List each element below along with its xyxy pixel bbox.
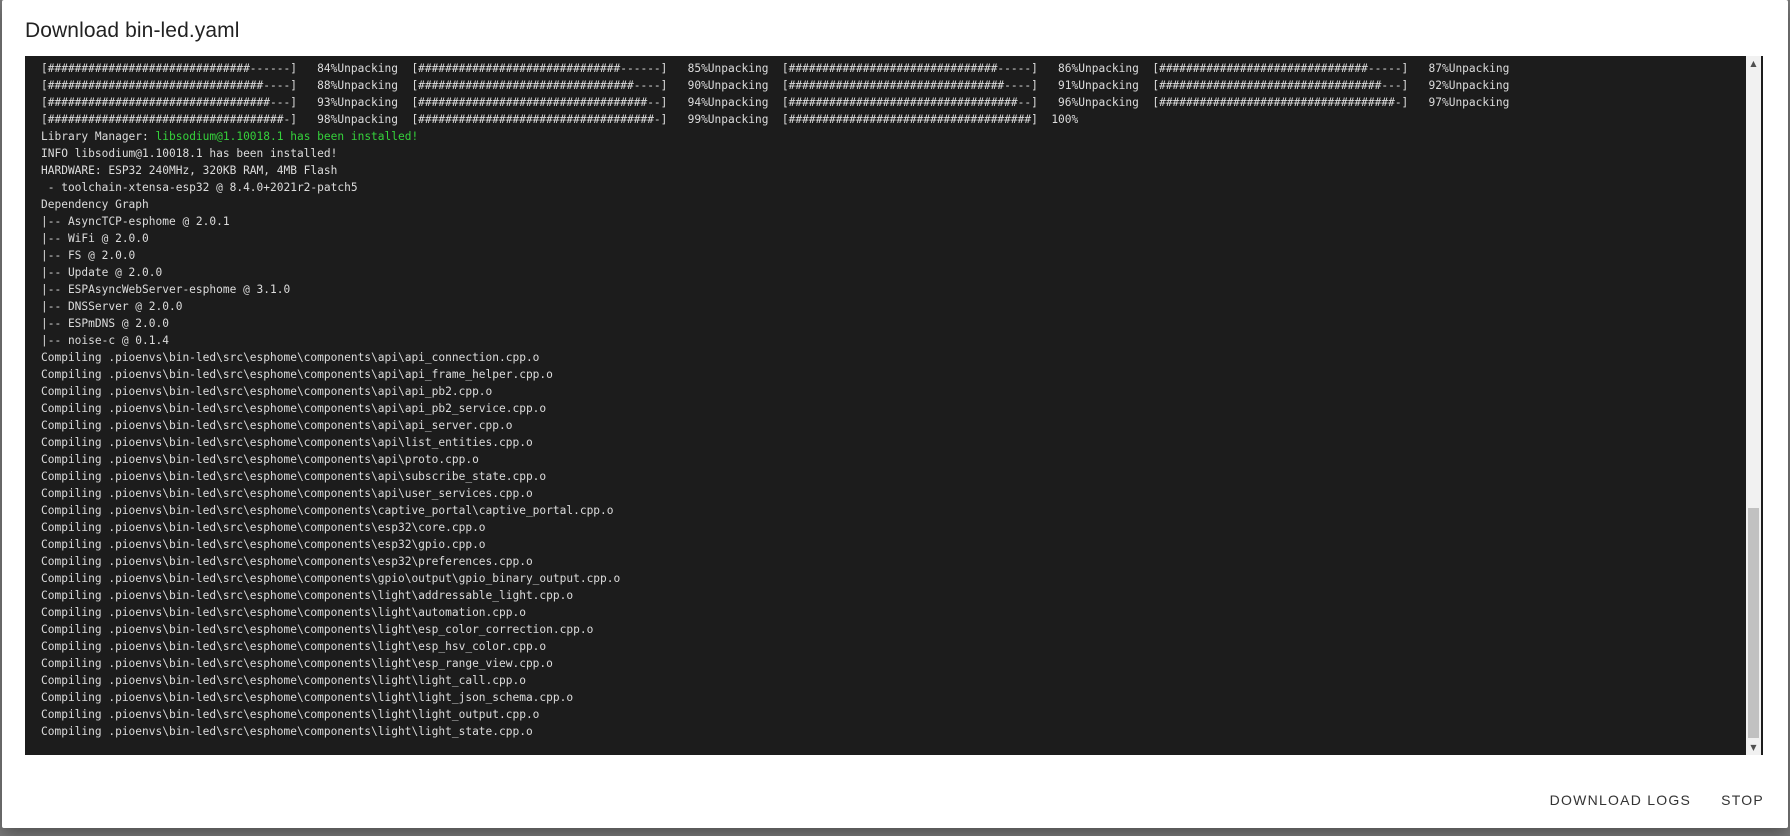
log-line: Library Manager: libsodium@1.10018.1 has… bbox=[41, 128, 1733, 145]
log-line: Compiling .pioenvs\bin-led\src\esphome\c… bbox=[41, 672, 1733, 689]
log-line: Compiling .pioenvs\bin-led\src\esphome\c… bbox=[41, 621, 1733, 638]
log-line: Dependency Graph bbox=[41, 196, 1733, 213]
log-line: |-- Update @ 2.0.0 bbox=[41, 264, 1733, 281]
log-line-text: Compiling .pioenvs\bin-led\src\esphome\c… bbox=[41, 538, 486, 551]
log-line: |-- ESPAsyncWebServer-esphome @ 3.1.0 bbox=[41, 281, 1733, 298]
log-line-text: Compiling .pioenvs\bin-led\src\esphome\c… bbox=[41, 436, 533, 449]
log-line-text: Compiling .pioenvs\bin-led\src\esphome\c… bbox=[41, 640, 547, 653]
log-line-text: |-- ESPAsyncWebServer-esphome @ 3.1.0 bbox=[41, 283, 291, 296]
log-line-text: Compiling .pioenvs\bin-led\src\esphome\c… bbox=[41, 402, 547, 415]
log-line: Compiling .pioenvs\bin-led\src\esphome\c… bbox=[41, 706, 1733, 723]
log-output: [##############################------] 8… bbox=[41, 60, 1733, 755]
log-line: [################################----] 8… bbox=[41, 77, 1733, 94]
log-highlight-text: libsodium@1.10018.1 has been installed! bbox=[155, 130, 419, 143]
scroll-down-icon[interactable]: ▼ bbox=[1746, 740, 1761, 755]
log-line-text: Compiling .pioenvs\bin-led\src\esphome\c… bbox=[41, 708, 540, 721]
log-line-text: |-- AsyncTCP-esphome @ 2.0.1 bbox=[41, 215, 230, 228]
log-line-text: [##############################------] 8… bbox=[41, 62, 1510, 75]
log-line: Compiling .pioenvs\bin-led\src\esphome\c… bbox=[41, 570, 1733, 587]
log-line-text: [###################################-] 9… bbox=[41, 113, 1079, 126]
log-line-text: |-- FS @ 2.0.0 bbox=[41, 249, 136, 262]
log-line: |-- DNSServer @ 2.0.0 bbox=[41, 298, 1733, 315]
log-line-text: - toolchain-xtensa-esp32 @ 8.4.0+2021r2-… bbox=[41, 181, 358, 194]
log-line: |-- WiFi @ 2.0.0 bbox=[41, 230, 1733, 247]
log-line-text: [#################################---] 9… bbox=[41, 96, 1510, 109]
log-line: Compiling .pioenvs\bin-led\src\esphome\c… bbox=[41, 536, 1733, 553]
log-line: |-- noise-c @ 0.1.4 bbox=[41, 332, 1733, 349]
log-line: |-- AsyncTCP-esphome @ 2.0.1 bbox=[41, 213, 1733, 230]
log-line: [##############################------] 8… bbox=[41, 60, 1733, 77]
log-line-text: Compiling .pioenvs\bin-led\src\esphome\c… bbox=[41, 674, 526, 687]
log-line-text: Compiling .pioenvs\bin-led\src\esphome\c… bbox=[41, 725, 533, 738]
log-line-text: Compiling .pioenvs\bin-led\src\esphome\c… bbox=[41, 470, 547, 483]
log-line: Compiling .pioenvs\bin-led\src\esphome\c… bbox=[41, 451, 1733, 468]
log-line-text: Compiling .pioenvs\bin-led\src\esphome\c… bbox=[41, 555, 533, 568]
log-line: Compiling .pioenvs\bin-led\src\esphome\c… bbox=[41, 366, 1733, 383]
log-line-text: Compiling .pioenvs\bin-led\src\esphome\c… bbox=[41, 657, 553, 670]
log-line-text: Compiling .pioenvs\bin-led\src\esphome\c… bbox=[41, 623, 594, 636]
log-line-text: Compiling .pioenvs\bin-led\src\esphome\c… bbox=[41, 572, 621, 585]
log-scrollbar[interactable]: ▲ ▼ bbox=[1746, 56, 1761, 755]
log-line-text: |-- DNSServer @ 2.0.0 bbox=[41, 300, 183, 313]
log-line-text: Compiling .pioenvs\bin-led\src\esphome\c… bbox=[41, 691, 574, 704]
log-line: Compiling .pioenvs\bin-led\src\esphome\c… bbox=[41, 587, 1733, 604]
log-line-text: |-- noise-c @ 0.1.4 bbox=[41, 334, 169, 347]
log-line: Compiling .pioenvs\bin-led\src\esphome\c… bbox=[41, 723, 1733, 740]
log-line: Compiling .pioenvs\bin-led\src\esphome\c… bbox=[41, 468, 1733, 485]
log-line-text: [################################----] 8… bbox=[41, 79, 1510, 92]
log-line: Compiling .pioenvs\bin-led\src\esphome\c… bbox=[41, 553, 1733, 570]
log-line-text: Compiling .pioenvs\bin-led\src\esphome\c… bbox=[41, 521, 486, 534]
log-line: Compiling .pioenvs\bin-led\src\esphome\c… bbox=[41, 655, 1733, 672]
log-line: Compiling .pioenvs\bin-led\src\esphome\c… bbox=[41, 417, 1733, 434]
log-line: [###################################-] 9… bbox=[41, 111, 1733, 128]
log-line: Compiling .pioenvs\bin-led\src\esphome\c… bbox=[41, 485, 1733, 502]
log-line-text: INFO libsodium@1.10018.1 has been instal… bbox=[41, 147, 338, 160]
log-line: Compiling .pioenvs\bin-led\src\esphome\c… bbox=[41, 519, 1733, 536]
download-logs-button[interactable]: DOWNLOAD LOGS bbox=[1550, 792, 1692, 808]
log-line-text: |-- WiFi @ 2.0.0 bbox=[41, 232, 149, 245]
log-line-text: Compiling .pioenvs\bin-led\src\esphome\c… bbox=[41, 351, 540, 364]
log-line-text: |-- Update @ 2.0.0 bbox=[41, 266, 163, 279]
log-line-text: Compiling .pioenvs\bin-led\src\esphome\c… bbox=[41, 504, 614, 517]
log-line-text: Dependency Graph bbox=[41, 198, 149, 211]
log-line: Compiling .pioenvs\bin-led\src\esphome\c… bbox=[41, 434, 1733, 451]
log-line-text: Compiling .pioenvs\bin-led\src\esphome\c… bbox=[41, 606, 526, 619]
scroll-thumb[interactable] bbox=[1748, 508, 1759, 738]
log-line: |-- ESPmDNS @ 2.0.0 bbox=[41, 315, 1733, 332]
log-line: Compiling .pioenvs\bin-led\src\esphome\c… bbox=[41, 349, 1733, 366]
log-terminal: [##############################------] 8… bbox=[25, 56, 1763, 755]
dialog-actions: DOWNLOAD LOGS STOP bbox=[1550, 792, 1764, 808]
log-line: Compiling .pioenvs\bin-led\src\esphome\c… bbox=[41, 502, 1733, 519]
stop-button[interactable]: STOP bbox=[1721, 792, 1764, 808]
scroll-up-icon[interactable]: ▲ bbox=[1746, 56, 1761, 71]
log-line-text: HARDWARE: ESP32 240MHz, 320KB RAM, 4MB F… bbox=[41, 164, 338, 177]
log-line-text: Compiling .pioenvs\bin-led\src\esphome\c… bbox=[41, 487, 533, 500]
log-line-text: Compiling .pioenvs\bin-led\src\esphome\c… bbox=[41, 368, 553, 381]
log-line-text: Compiling .pioenvs\bin-led\src\esphome\c… bbox=[41, 385, 493, 398]
log-line: |-- FS @ 2.0.0 bbox=[41, 247, 1733, 264]
log-line-text: Compiling .pioenvs\bin-led\src\esphome\c… bbox=[41, 453, 479, 466]
log-line: Compiling .pioenvs\bin-led\src\esphome\c… bbox=[41, 689, 1733, 706]
log-line: - toolchain-xtensa-esp32 @ 8.4.0+2021r2-… bbox=[41, 179, 1733, 196]
log-line: Compiling .pioenvs\bin-led\src\esphome\c… bbox=[41, 383, 1733, 400]
log-line: INFO libsodium@1.10018.1 has been instal… bbox=[41, 145, 1733, 162]
download-dialog: Download bin-led.yaml [#################… bbox=[2, 0, 1788, 828]
log-line-text: |-- ESPmDNS @ 2.0.0 bbox=[41, 317, 169, 330]
log-line: Compiling .pioenvs\bin-led\src\esphome\c… bbox=[41, 400, 1733, 417]
log-line: [#################################---] 9… bbox=[41, 94, 1733, 111]
log-line-text: Compiling .pioenvs\bin-led\src\esphome\c… bbox=[41, 589, 574, 602]
log-line-text: Compiling .pioenvs\bin-led\src\esphome\c… bbox=[41, 419, 513, 432]
log-line-text: Library Manager: bbox=[41, 130, 156, 143]
log-line: Compiling .pioenvs\bin-led\src\esphome\c… bbox=[41, 604, 1733, 621]
dialog-title: Download bin-led.yaml bbox=[25, 19, 240, 42]
log-line: Compiling .pioenvs\bin-led\src\esphome\c… bbox=[41, 638, 1733, 655]
log-line: HARDWARE: ESP32 240MHz, 320KB RAM, 4MB F… bbox=[41, 162, 1733, 179]
